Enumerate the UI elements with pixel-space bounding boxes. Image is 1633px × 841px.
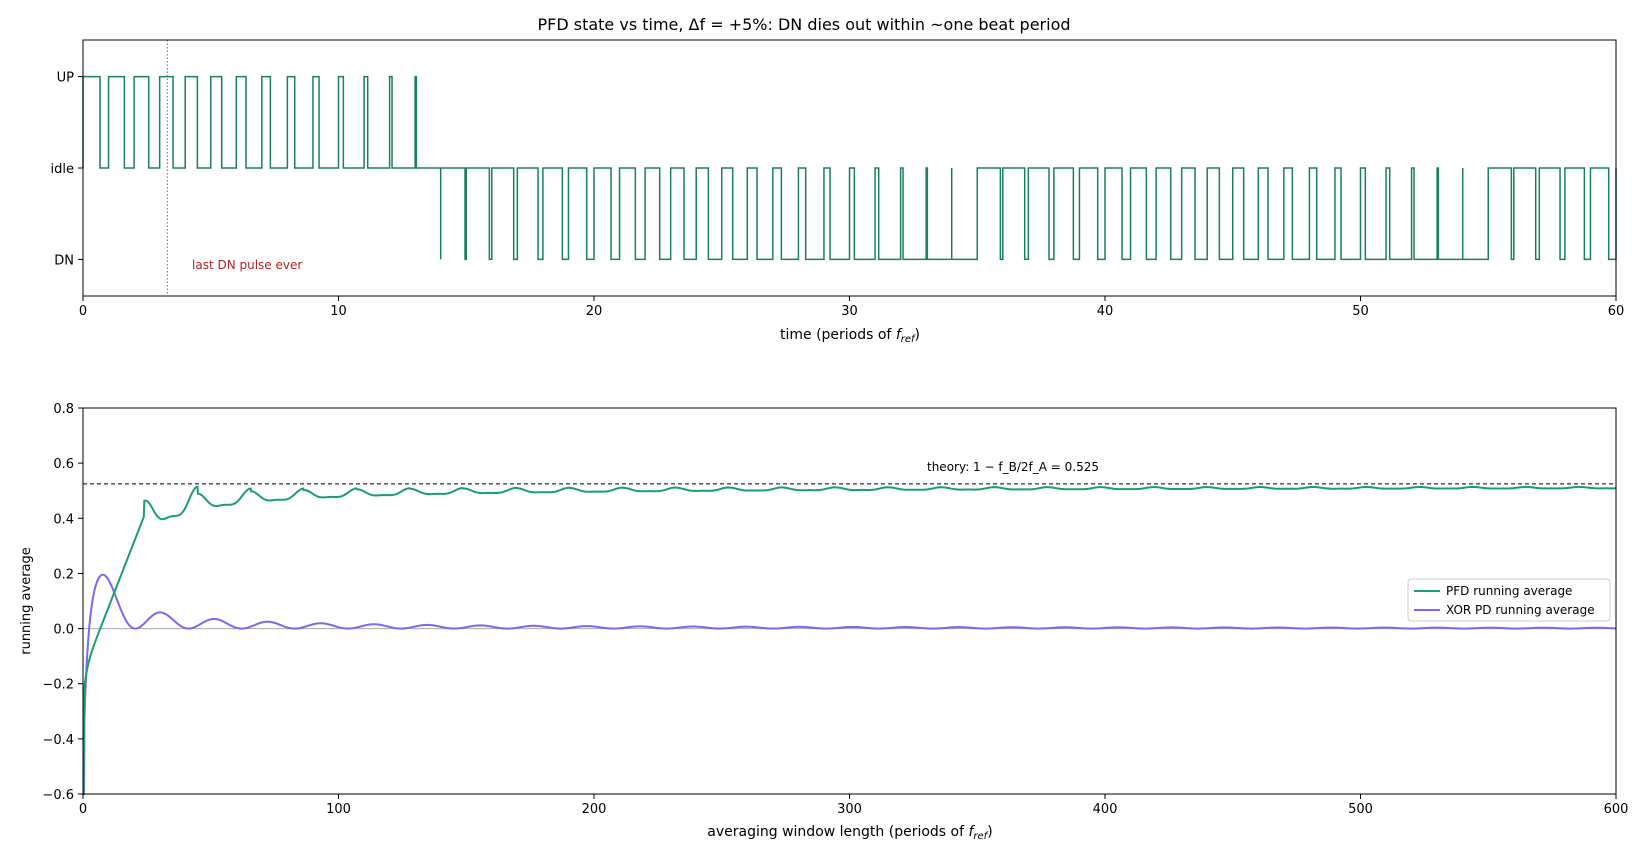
top-y-tick-label: DN [54, 253, 74, 268]
top-x-tick-label: 20 [586, 304, 603, 319]
bottom-x-ticks: 0 100 200 300 400 500 600 [79, 794, 1629, 817]
bottom-y-ticks: −0.6 −0.4 −0.2 0.0 0.2 0.4 0.6 0.8 [42, 402, 83, 803]
top-x-tick-label: 0 [79, 304, 87, 319]
pfd-state-trace [82, 75, 1617, 261]
bottom-panel: 0 100 200 300 400 500 600 −0.6 −0.4 −0.2 0.0 0.2 0.… [19, 402, 1628, 841]
bottom-y-tick-label: −0.6 [42, 788, 74, 803]
bottom-plot-area [82, 483, 1617, 795]
bottom-x-tick-label: 0 [79, 802, 87, 817]
bottom-y-tick-label: 0.6 [53, 457, 74, 472]
bottom-y-tick-label: 0.8 [53, 402, 74, 417]
top-x-ticks: 0 10 20 30 40 50 60 [79, 296, 1624, 319]
top-title: PFD state vs time, Δf = +5%: DN dies out… [537, 15, 1070, 34]
legend-label-pfd: PFD running average [1446, 584, 1572, 598]
top-x-tick-label: 10 [330, 304, 347, 319]
pfd-series-line [82, 485, 1617, 795]
bottom-x-tick-label: 400 [1093, 802, 1118, 817]
legend-label-xor: XOR PD running average [1446, 603, 1595, 617]
top-panel: PFD state vs time, Δf = +5%: DN dies out… [51, 15, 1625, 345]
top-x-tick-label: 60 [1608, 304, 1625, 319]
bottom-x-tick-label: 300 [837, 802, 862, 817]
top-y-tick-label: idle [51, 162, 74, 177]
top-y-ticks: DN idle UP [51, 71, 83, 268]
bottom-y-tick-label: 0.4 [53, 512, 74, 527]
bottom-x-tick-label: 500 [1348, 802, 1373, 817]
bottom-y-tick-label: 0.2 [53, 567, 74, 582]
top-x-tick-label: 30 [841, 304, 858, 319]
xor-series-line [83, 573, 1617, 795]
figure: PFD state vs time, Δf = +5%: DN dies out… [19, 15, 1628, 841]
bottom-x-tick-label: 600 [1604, 802, 1629, 817]
bottom-y-axis-label: running average [19, 547, 34, 655]
top-plot-area [82, 40, 1617, 296]
top-y-tick-label: UP [57, 71, 75, 86]
bottom-y-tick-label: −0.2 [42, 678, 74, 693]
bottom-x-tick-label: 100 [326, 802, 351, 817]
bottom-y-tick-label: 0.0 [53, 623, 74, 638]
theory-annotation: theory: 1 − f_B/2f_A = 0.525 [927, 460, 1099, 474]
top-x-tick-label: 50 [1352, 304, 1369, 319]
top-annotation: last DN pulse ever [192, 258, 302, 272]
top-x-axis-label: time (periods of fref) [780, 327, 920, 345]
legend: PFD running average XOR PD running avera… [1407, 578, 1611, 622]
bottom-axes-frame [82, 407, 1617, 795]
bottom-x-axis-label: averaging window length (periods of fref… [707, 824, 992, 841]
bottom-y-tick-label: −0.4 [42, 733, 74, 748]
top-x-tick-label: 40 [1097, 304, 1114, 319]
bottom-x-tick-label: 200 [582, 802, 607, 817]
